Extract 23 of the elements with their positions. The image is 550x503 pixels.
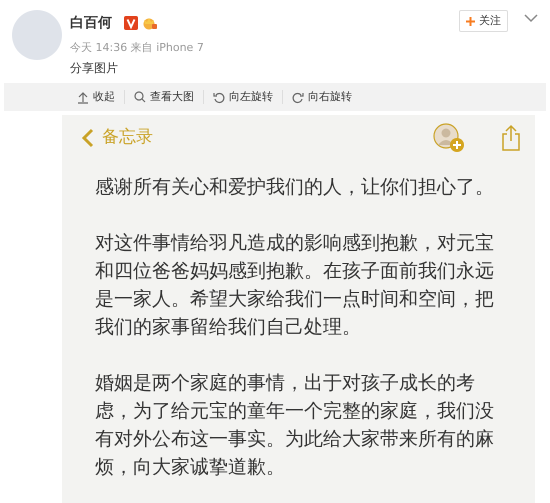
toolbar-button[interactable]: 向左旋转	[204, 83, 282, 111]
chevron-down-icon[interactable]	[524, 14, 538, 23]
toolbar-button[interactable]: 查看大图	[125, 83, 203, 111]
follow-button[interactable]: 关注	[459, 10, 508, 32]
toolbar-button[interactable]: 收起	[68, 83, 124, 111]
verified-icon	[124, 16, 138, 30]
note-paragraph: 婚姻是两个家庭的事情，出于对孩子成长的考虑，为了给元宝的童年一个完整的家庭，我们没有对外公布这一事实。为此给大家带来所有的麻烦，向大家诚挚道歉。	[95, 371, 495, 480]
search-icon	[134, 90, 146, 104]
post-text: 分享图片	[70, 60, 119, 76]
rotate-right-icon	[292, 90, 304, 104]
crown-icon	[142, 16, 158, 30]
back-icon	[82, 128, 94, 148]
user-name[interactable]: 白百何	[70, 14, 112, 32]
share-icon[interactable]	[501, 124, 521, 152]
toolbar-button[interactable]: 向右旋转	[283, 83, 361, 111]
up-arrow-icon	[77, 90, 89, 104]
post-meta: 今天 14:36 来自 iPhone 7	[70, 40, 205, 56]
rotate-left-icon	[213, 90, 225, 104]
add-person-icon[interactable]	[433, 123, 465, 153]
note-paragraph: 感谢所有关心和爱护我们的人，让你们担心了。	[95, 175, 495, 200]
note-paragraph: 对这件事情给羽凡造成的影响感到抱歉，对元宝和四位爸爸妈妈感到抱歉。在孩子面前我们永远是一家人。希望大家给我们一点时间和空间，把我们的家事留给我们自己处理。	[95, 231, 495, 340]
avatar[interactable]	[12, 10, 62, 60]
plus-icon	[466, 16, 475, 26]
